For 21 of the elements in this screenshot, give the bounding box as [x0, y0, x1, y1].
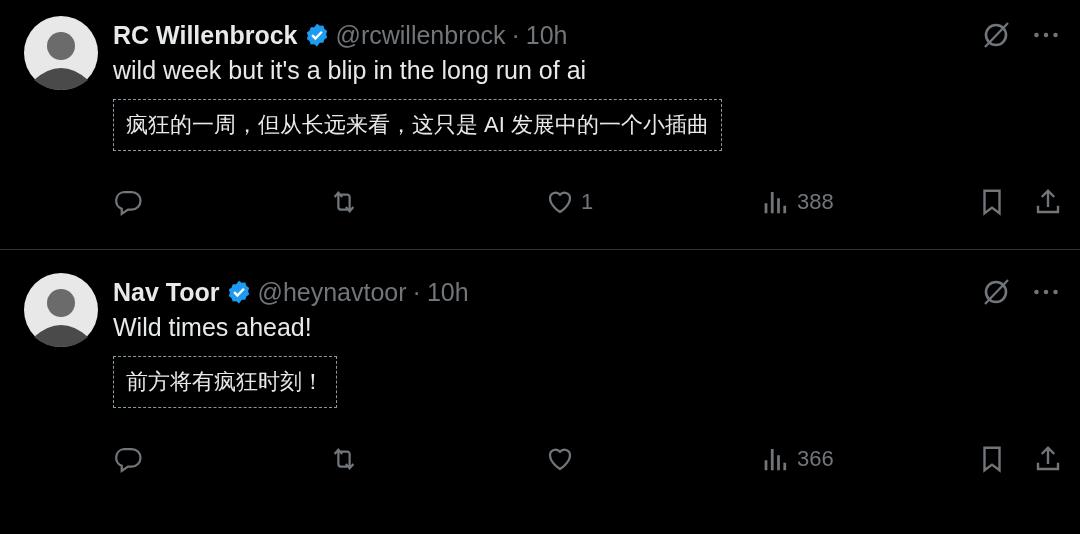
- view-count: 388: [797, 189, 834, 215]
- post-text: wild week but it's a blip in the long run of ai: [113, 56, 588, 85]
- author-name[interactable]: RC Willenbrock: [113, 20, 298, 50]
- post-text: Wild times ahead!: [113, 313, 313, 342]
- separator-dot: ·: [412, 277, 421, 307]
- avatar[interactable]: [24, 273, 98, 347]
- translation-text: 前方将有疯狂时刻！: [113, 356, 337, 408]
- more-icon[interactable]: [1033, 30, 1059, 40]
- view-count: 366: [797, 446, 834, 472]
- avatar[interactable]: [24, 16, 98, 90]
- more-icon[interactable]: [1033, 287, 1059, 297]
- author-handle[interactable]: @heynavtoor: [257, 277, 407, 307]
- post-time[interactable]: 10h: [426, 277, 469, 307]
- author-name[interactable]: Nav Toor: [113, 277, 220, 307]
- slashed-circle-icon[interactable]: [981, 277, 1011, 307]
- translation-text: 疯狂的一周，但从长远来看，这只是 AI 发展中的一个小插曲: [113, 99, 722, 151]
- author-handle[interactable]: @rcwillenbrock: [335, 20, 506, 50]
- like-count: 1: [581, 189, 594, 215]
- post-time[interactable]: 10h: [525, 20, 568, 50]
- separator-dot: ·: [511, 20, 520, 50]
- slashed-circle-icon[interactable]: [981, 20, 1011, 50]
